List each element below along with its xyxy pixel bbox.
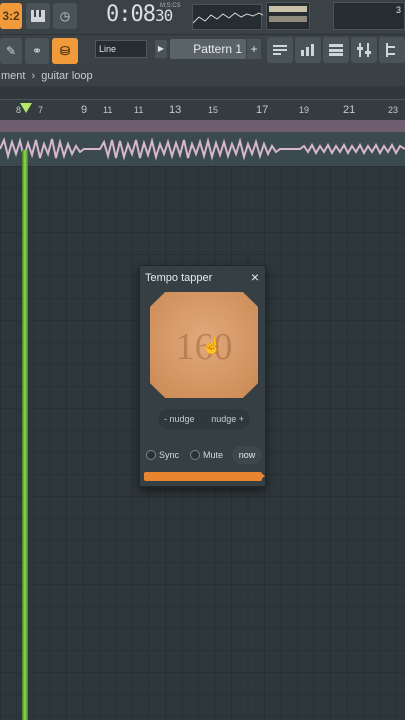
link-glyph: ⚭ bbox=[31, 44, 43, 58]
pattern-name: Pattern 1 bbox=[193, 42, 242, 56]
nudge-plus-button[interactable]: nudge + bbox=[211, 414, 244, 424]
link-icon[interactable]: ⚭ bbox=[25, 38, 49, 64]
oscilloscope-display bbox=[192, 4, 264, 30]
metronome-glyph: ◷ bbox=[59, 9, 71, 23]
ruler-label: 9 bbox=[81, 104, 88, 116]
audio-waveform-clip[interactable] bbox=[0, 132, 405, 166]
magnet-glyph: ⛁ bbox=[59, 44, 71, 58]
marker-strip[interactable] bbox=[0, 120, 405, 132]
beat-indicator-label: 3:2 bbox=[2, 9, 20, 23]
channel-rack-icon[interactable] bbox=[323, 37, 349, 63]
top-toolbar: 3:2 ◷ 0:0830 M:S:CS 3 bbox=[0, 0, 405, 34]
beat-indicator-button[interactable]: 3:2 bbox=[0, 3, 22, 29]
tap-pad[interactable]: 160 ☝ bbox=[150, 292, 258, 398]
song-time-main: 0:08 bbox=[106, 2, 156, 27]
counter-box: 3 bbox=[333, 2, 405, 30]
now-button[interactable]: now bbox=[232, 446, 262, 464]
add-pattern-label: + bbox=[250, 42, 258, 56]
step-sequencer-icon[interactable] bbox=[295, 37, 321, 63]
playlist-glyph bbox=[273, 45, 287, 55]
timeline-ruler[interactable]: 8 7 9 11 11 13 15 17 19 21 23 bbox=[0, 100, 405, 120]
browser-glyph bbox=[386, 43, 395, 57]
ruler-label: 7 bbox=[38, 105, 44, 115]
snap-mode-label: Line bbox=[99, 44, 117, 54]
breadcrumb-current[interactable]: guitar loop bbox=[41, 70, 92, 82]
playhead-line[interactable] bbox=[22, 150, 28, 720]
brush-icon[interactable]: ✎ bbox=[0, 38, 22, 64]
ruler-label: 17 bbox=[256, 104, 269, 116]
magnet-icon[interactable]: ⛁ bbox=[52, 38, 78, 64]
piano-icon[interactable] bbox=[26, 3, 50, 29]
pattern-arrow-button[interactable]: ▶ bbox=[155, 40, 167, 58]
sync-radio[interactable] bbox=[146, 450, 156, 460]
waveform-graphic bbox=[0, 136, 405, 161]
scope-wave bbox=[192, 12, 264, 24]
counter-value: 3 bbox=[395, 5, 401, 15]
sync-option[interactable]: Sync bbox=[146, 450, 179, 460]
breadcrumb: ment › guitar loop bbox=[0, 66, 405, 86]
mixer-glyph bbox=[357, 43, 371, 57]
snap-mode-select[interactable]: Line bbox=[95, 40, 147, 58]
dialog-title: Tempo tapper bbox=[145, 272, 213, 284]
mixer-icon[interactable] bbox=[351, 37, 377, 63]
progress-arrow-icon bbox=[260, 472, 265, 480]
cpu-meter bbox=[266, 2, 310, 30]
hand-cursor-icon: ☝ bbox=[202, 338, 222, 355]
meter-bar-top bbox=[269, 6, 307, 12]
ruler-label: 11 bbox=[134, 105, 144, 115]
breadcrumb-separator: › bbox=[31, 70, 36, 82]
ruler-label: 13 bbox=[169, 104, 182, 116]
browser-icon[interactable] bbox=[379, 37, 405, 63]
playhead-marker-icon[interactable] bbox=[20, 103, 32, 113]
sync-label: Sync bbox=[159, 450, 180, 460]
now-label: now bbox=[238, 450, 256, 460]
nudge-control: - nudge nudge + bbox=[158, 409, 250, 429]
playlist-icon[interactable] bbox=[267, 37, 293, 63]
ruler-top-strip[interactable] bbox=[0, 86, 405, 100]
rack-glyph bbox=[329, 44, 343, 56]
step-glyph bbox=[301, 44, 314, 56]
ruler-label: 21 bbox=[343, 104, 356, 116]
ruler-label: 23 bbox=[388, 105, 399, 115]
piano-glyph bbox=[31, 10, 45, 22]
tempo-progress-bar bbox=[144, 472, 262, 481]
nudge-minus-button[interactable]: - nudge bbox=[164, 414, 195, 424]
pattern-selector[interactable]: Pattern 1 bbox=[170, 39, 246, 59]
brush-glyph: ✎ bbox=[5, 44, 17, 58]
mute-radio[interactable] bbox=[190, 450, 200, 460]
ruler-label: 19 bbox=[299, 105, 310, 115]
mute-option[interactable]: Mute bbox=[190, 450, 223, 460]
time-format-label: M:S:CS bbox=[160, 3, 181, 9]
close-icon[interactable]: × bbox=[251, 269, 259, 285]
ruler-label: 11 bbox=[103, 105, 113, 115]
tempo-tapper-dialog: Tempo tapper × 160 ☝ - nudge nudge + Syn… bbox=[139, 265, 266, 487]
breadcrumb-parent[interactable]: ment bbox=[1, 70, 25, 82]
meter-bar-bottom bbox=[269, 16, 307, 22]
metronome-icon[interactable]: ◷ bbox=[53, 3, 77, 29]
mute-label: Mute bbox=[203, 450, 224, 460]
ruler-label: 15 bbox=[208, 105, 219, 115]
add-pattern-button[interactable]: + bbox=[247, 39, 261, 59]
